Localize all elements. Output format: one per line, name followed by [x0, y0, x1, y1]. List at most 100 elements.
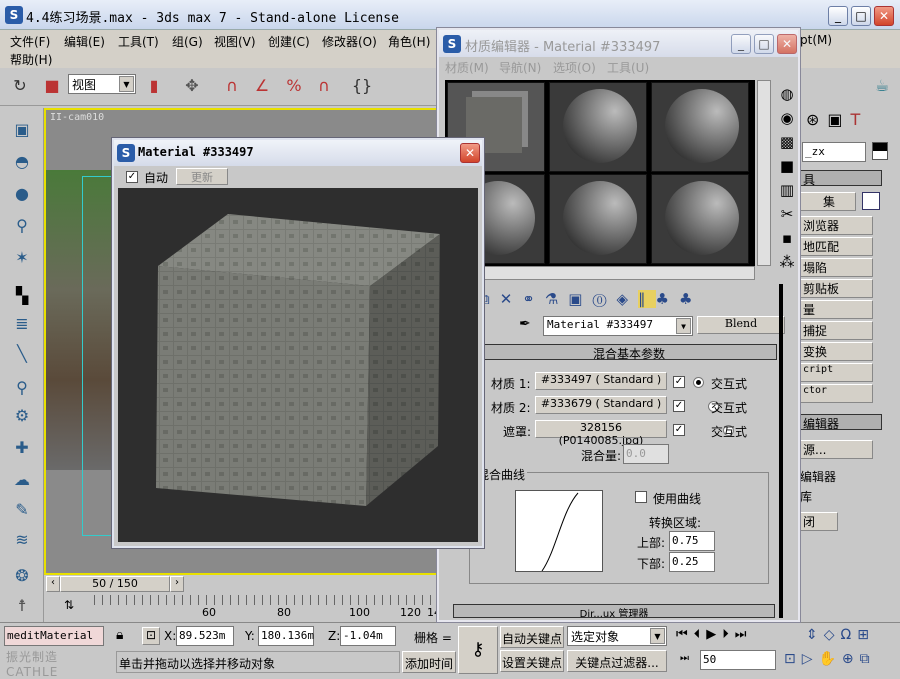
- key-icon[interactable]: ⚷: [458, 626, 498, 674]
- utility-button[interactable]: 剪贴板: [800, 279, 873, 298]
- medit-close-button[interactable]: ✕: [777, 34, 797, 54]
- add-time-tag-button[interactable]: 添加时间: [402, 651, 456, 673]
- gear-icon[interactable]: ⚙: [10, 404, 34, 428]
- eyedropper-icon[interactable]: ✒: [519, 316, 531, 332]
- menu-create[interactable]: 创建(C): [268, 33, 310, 50]
- utility-tabs[interactable]: ⊛▣T: [806, 110, 868, 129]
- maximize-button[interactable]: □: [851, 6, 871, 26]
- link-icon[interactable]: ✥: [180, 74, 204, 98]
- prev-frame-button[interactable]: ‹: [46, 576, 60, 592]
- magnet-icon[interactable]: ⚲: [10, 376, 34, 400]
- config-sets-icon[interactable]: [862, 192, 880, 210]
- medit-menu-navigation[interactable]: 导航(N): [499, 59, 541, 76]
- viewport-nav-icons-2[interactable]: ⊡▷✋⊕⧉: [784, 651, 876, 667]
- directx-manager-rollout[interactable]: Dir...ux 管理器: [453, 604, 775, 618]
- preview-close-button[interactable]: ✕: [460, 143, 480, 163]
- medit-panel-scrollbar[interactable]: [779, 284, 783, 618]
- modify-icon[interactable]: ◓: [10, 150, 34, 174]
- mask-checkbox[interactable]: ✓: [673, 424, 685, 436]
- close-utility-button[interactable]: 闭: [800, 512, 838, 531]
- blend-params-rollout[interactable]: 混合基本参数: [481, 344, 777, 361]
- current-frame-field[interactable]: 50: [700, 650, 776, 670]
- maxscript-listener[interactable]: meditMaterial: [4, 626, 104, 646]
- auto-update-checkbox[interactable]: ✓: [126, 171, 138, 183]
- sample-slot[interactable]: [651, 82, 749, 172]
- percent-snap-icon[interactable]: %: [282, 74, 306, 98]
- sample-slot[interactable]: [549, 174, 647, 264]
- auto-key-button[interactable]: 自动关键点: [500, 626, 564, 648]
- stack-icon[interactable]: ≣: [10, 312, 34, 336]
- object-color-swatch[interactable]: [872, 142, 888, 160]
- medit-minimize-button[interactable]: _: [731, 34, 751, 54]
- x-coordinate-field[interactable]: 89.523m: [176, 626, 234, 646]
- close-button[interactable]: ✕: [874, 6, 894, 26]
- key-selection-combo[interactable]: 选定对象 ▼: [567, 626, 667, 646]
- biped-icon[interactable]: ☨: [10, 594, 34, 618]
- utility-button[interactable]: 捕捉: [800, 321, 873, 340]
- medit-horizontal-tools[interactable]: ⧉✕⚭⚗▣⓪◈∥♣♣: [479, 290, 702, 308]
- material1-interactive-radio[interactable]: [693, 377, 704, 388]
- material2-button[interactable]: #333679 ( Standard ): [535, 396, 667, 414]
- menu-character[interactable]: 角色(H): [388, 33, 430, 50]
- utility-button[interactable]: 地匹配: [800, 237, 873, 256]
- curve-editor-icon[interactable]: ⇅: [56, 598, 82, 620]
- track-bar[interactable]: ⇅ 60 80 100 120 14: [44, 595, 441, 622]
- z-coordinate-field[interactable]: -1.04m: [340, 626, 396, 646]
- menu-tools[interactable]: 工具(T): [118, 33, 159, 50]
- utility-button[interactable]: 浏览器: [800, 216, 873, 235]
- medit-menu-options[interactable]: 选项(O): [553, 59, 596, 76]
- minimize-button[interactable]: _: [828, 6, 848, 26]
- undo-icon[interactable]: ↻: [8, 74, 32, 98]
- bone-icon[interactable]: ✶: [10, 246, 34, 270]
- lock-icon[interactable]: 🔒︎: [116, 627, 123, 643]
- snap-toggle-icon[interactable]: ∩: [220, 74, 244, 98]
- utility-button[interactable]: 塌陷: [800, 258, 873, 277]
- material-type-button[interactable]: Blend: [697, 316, 785, 334]
- y-coordinate-field[interactable]: 180.136m: [258, 626, 314, 646]
- utility-button[interactable]: cript: [800, 363, 873, 382]
- playback-controls[interactable]: ⏮⏴▶⏵⏭: [676, 627, 752, 642]
- mix-amount-field[interactable]: 0.0: [623, 444, 669, 464]
- time-slider[interactable]: ‹ 50 / 150 ›: [44, 575, 440, 593]
- menu-maxscript[interactable]: pt(M): [800, 33, 832, 47]
- material2-checkbox[interactable]: ✓: [673, 400, 685, 412]
- sphere-icon[interactable]: ●: [10, 182, 34, 206]
- light-icon[interactable]: ⚲: [10, 214, 34, 238]
- viewport-nav-icons[interactable]: ⇕◇Ω⊞: [806, 627, 875, 643]
- fog-icon[interactable]: ☁: [10, 468, 34, 492]
- material-name-combo[interactable]: Material #333497 ▼: [543, 316, 693, 336]
- pivot-icon[interactable]: ▮: [142, 74, 166, 98]
- upper-field[interactable]: 0.75: [669, 531, 715, 551]
- lower-field[interactable]: 0.25: [669, 552, 715, 572]
- medit-menu-utilities[interactable]: 工具(U): [607, 59, 649, 76]
- mask-map-button[interactable]: 328156 (P0140085.jpg): [535, 420, 667, 447]
- menu-view[interactable]: 视图(V): [214, 33, 256, 50]
- material1-button[interactable]: #333497 ( Standard ): [535, 372, 667, 390]
- utility-button[interactable]: 量: [800, 300, 873, 319]
- key-filters-button[interactable]: 关键点过滤器...: [567, 650, 667, 672]
- brush-icon[interactable]: ╲: [10, 342, 34, 366]
- spinner-snap-icon[interactable]: ∩: [312, 74, 336, 98]
- teapot-render-icon[interactable]: ☕: [870, 74, 894, 98]
- set-key-button[interactable]: 设置关键点: [500, 650, 564, 672]
- tape-icon[interactable]: ✎: [10, 498, 34, 522]
- medit-maximize-button[interactable]: □: [754, 34, 774, 54]
- pin-icon[interactable]: ✚: [10, 436, 34, 460]
- menu-help[interactable]: 帮助(H): [10, 51, 52, 68]
- reactor-icon[interactable]: ❂: [10, 564, 34, 588]
- use-curve-checkbox[interactable]: [635, 491, 647, 503]
- medit-menu-material[interactable]: 材质(M): [445, 59, 489, 76]
- slots-h-scrollbar[interactable]: [445, 266, 755, 280]
- time-config-icon[interactable]: ⏭: [680, 653, 689, 664]
- next-frame-button[interactable]: ›: [170, 576, 184, 592]
- reference-coord-select[interactable]: 视图 ▼: [68, 74, 136, 94]
- sets-button[interactable]: 集: [800, 192, 856, 211]
- utility-button[interactable]: ctor: [800, 384, 873, 403]
- absolute-mode-icon[interactable]: ⊡: [142, 627, 160, 645]
- select-object-icon[interactable]: ■: [40, 74, 64, 98]
- menu-edit[interactable]: 编辑(E): [64, 33, 105, 50]
- source-button[interactable]: 源...: [800, 440, 873, 459]
- checker-icon[interactable]: ▚: [10, 284, 34, 308]
- time-slider-thumb[interactable]: 50 / 150: [60, 576, 170, 592]
- sample-slot[interactable]: [549, 82, 647, 172]
